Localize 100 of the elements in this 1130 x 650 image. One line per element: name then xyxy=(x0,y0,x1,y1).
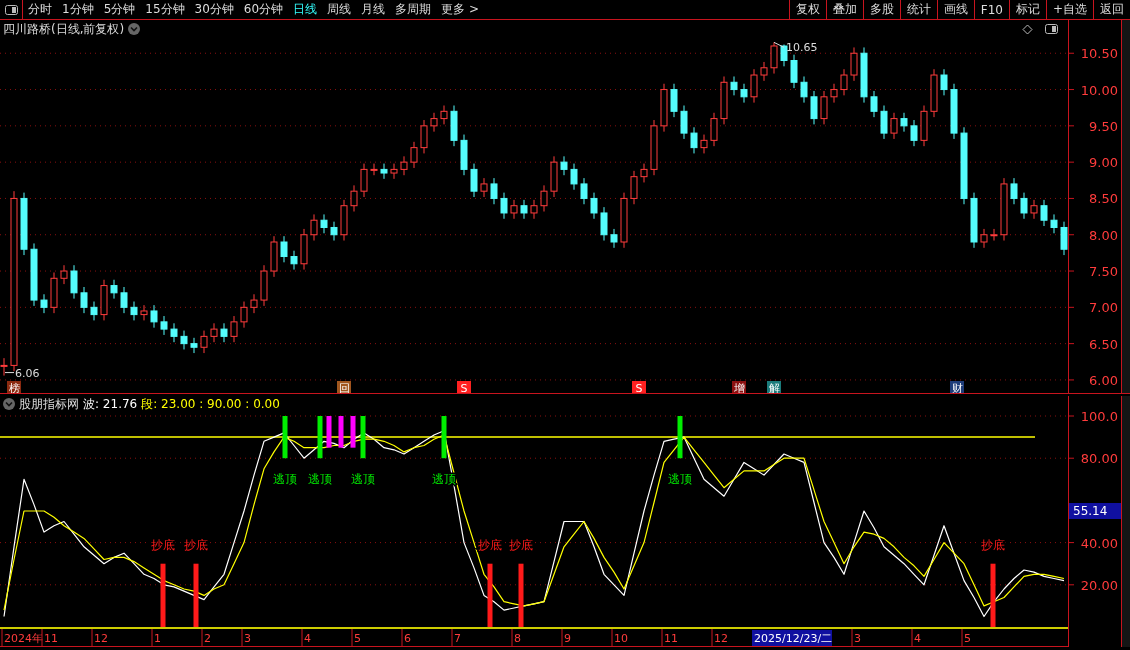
candlestick xyxy=(550,155,558,198)
candlestick xyxy=(280,235,288,263)
event-marker[interactable]: 榜 xyxy=(7,381,21,393)
candlestick xyxy=(80,286,88,314)
signal-label: 逃顶 xyxy=(668,472,692,487)
candlestick xyxy=(430,112,438,133)
axis-label: 6.00 xyxy=(1089,372,1118,388)
date-label: 12 xyxy=(94,632,108,645)
candlestick xyxy=(990,228,998,242)
candlestick xyxy=(580,177,588,205)
event-marker[interactable]: S xyxy=(632,381,646,393)
candlestick xyxy=(120,286,128,314)
chart-title: 四川路桥(日线,前复权) xyxy=(3,20,125,38)
candlestick xyxy=(300,228,308,271)
candlestick xyxy=(810,90,818,125)
period-tab[interactable]: 分时 xyxy=(23,1,57,18)
event-marker[interactable]: 财 xyxy=(950,381,964,393)
event-marker[interactable]: 增 xyxy=(732,381,746,393)
axis-label: 80.00 xyxy=(1080,451,1118,467)
candlestick xyxy=(130,301,138,321)
candlestick xyxy=(350,184,358,212)
signal-label: 逃顶 xyxy=(308,472,332,487)
chevron-down-icon[interactable] xyxy=(128,23,141,35)
candlestick xyxy=(150,304,158,329)
candlestick xyxy=(100,279,108,321)
date-label: 3 xyxy=(244,632,251,645)
candlestick xyxy=(1040,199,1048,227)
candlestick xyxy=(590,192,598,220)
period-tab[interactable]: 30分钟 xyxy=(189,1,239,18)
candlestick xyxy=(310,213,318,242)
candlestick xyxy=(220,322,228,343)
candlestick xyxy=(850,46,858,82)
candlestick xyxy=(600,206,608,242)
candlestick xyxy=(770,41,778,75)
leader-line xyxy=(4,372,15,374)
candlestick xyxy=(880,105,888,140)
date-label: 10 xyxy=(614,632,628,645)
candlestick xyxy=(1050,213,1058,234)
candlestick xyxy=(90,301,98,321)
candlestick xyxy=(700,134,708,154)
diamond-icon[interactable] xyxy=(1022,23,1033,35)
candlestick xyxy=(920,105,928,147)
candlestick xyxy=(410,141,418,169)
axis-label: 7.50 xyxy=(1089,264,1118,280)
chevron-down-icon[interactable] xyxy=(3,398,15,410)
candlestick xyxy=(210,322,218,343)
event-marker[interactable]: 回 xyxy=(337,381,351,393)
event-marker[interactable]: S xyxy=(457,381,471,393)
period-tab[interactable]: 月线 xyxy=(356,1,391,18)
candlestick xyxy=(190,337,198,354)
candlestick xyxy=(660,83,668,133)
candlestick xyxy=(400,155,408,176)
candlestick xyxy=(320,213,328,234)
candlestick xyxy=(560,155,568,176)
period-tab[interactable]: 15分钟 xyxy=(140,1,190,18)
candlestick xyxy=(820,90,828,125)
date-label: 1 xyxy=(154,632,161,645)
indicator-reading: 波: 21.76 xyxy=(83,395,138,413)
period-tab[interactable]: 更多 > xyxy=(436,1,484,18)
axis-label: 7.00 xyxy=(1089,300,1118,316)
leader-line xyxy=(773,41,785,48)
axis-label: 9.00 xyxy=(1089,155,1118,171)
period-tab[interactable]: 1分钟 xyxy=(57,1,99,18)
axis-label: 8.00 xyxy=(1089,227,1118,243)
candlestick xyxy=(940,68,948,96)
candlestick xyxy=(260,264,268,307)
candlestick xyxy=(710,112,718,147)
date-label: 2024年 xyxy=(4,632,43,645)
date-label: 11 xyxy=(664,632,678,645)
axis-label: 20.00 xyxy=(1080,577,1118,593)
candlestick xyxy=(570,163,578,191)
candlestick xyxy=(420,119,428,154)
candlestick xyxy=(950,83,958,140)
period-tab[interactable]: 日线 xyxy=(288,1,323,18)
candlestick xyxy=(930,68,938,118)
axis-label: 8.50 xyxy=(1089,191,1118,207)
date-label: 5 xyxy=(964,632,971,645)
candlestick xyxy=(640,163,648,183)
candlestick xyxy=(830,83,838,104)
candlestick xyxy=(250,293,258,314)
axis-label: 6.50 xyxy=(1089,336,1118,352)
panel-icon[interactable] xyxy=(1045,24,1058,34)
signal-label: 逃顶 xyxy=(351,472,375,487)
candlestick xyxy=(520,199,528,220)
date-label: 5 xyxy=(354,632,361,645)
axis-label: 100.0 xyxy=(1080,412,1118,424)
signal-label: 抄底 xyxy=(151,537,175,552)
candlestick xyxy=(490,177,498,205)
low-price-label: 6.06 xyxy=(15,366,40,380)
period-tab[interactable]: 多周期 xyxy=(390,1,437,18)
candlestick xyxy=(1000,177,1008,242)
candlestick xyxy=(890,112,898,140)
period-tab[interactable]: 5分钟 xyxy=(98,1,141,18)
period-tab[interactable]: 周线 xyxy=(322,1,357,18)
candlestick xyxy=(240,301,248,329)
period-tab[interactable]: 60分钟 xyxy=(238,1,289,18)
candlestick xyxy=(870,90,878,118)
event-marker[interactable]: 解 xyxy=(767,381,781,393)
candlestick xyxy=(760,61,768,82)
panel-icon[interactable] xyxy=(4,4,18,15)
